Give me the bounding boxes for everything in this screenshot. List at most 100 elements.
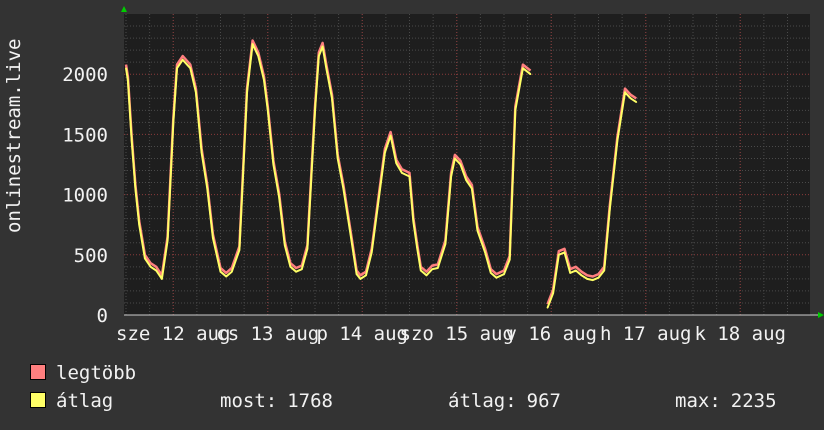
x-tick-label: v 16 aug (505, 323, 597, 345)
data-point (514, 109, 517, 112)
data-point (331, 97, 333, 100)
data-point (225, 275, 227, 278)
data-point (370, 251, 373, 254)
legend-item-avg: átlag (30, 390, 113, 412)
data-point (289, 266, 292, 268)
data-point (420, 269, 422, 272)
data-point (450, 175, 452, 178)
x-tick-label: szo 15 aug (400, 323, 514, 345)
data-point (459, 163, 462, 166)
data-point (212, 237, 214, 239)
data-point (301, 268, 303, 271)
chart-area: 0 500 1000 1500 2000 sze 12 augcs 13 augp 14 … (62, 6, 824, 345)
y-axis-title: onlinestream.live (3, 38, 25, 233)
data-point (272, 163, 275, 166)
data-point (465, 179, 468, 181)
y-axis-arrow (121, 6, 127, 12)
data-point (267, 109, 269, 112)
plot-background (124, 14, 810, 315)
data-point (206, 187, 209, 190)
x-tick-label: k 18 aug (694, 323, 786, 345)
data-point (181, 59, 184, 61)
data-point (635, 101, 638, 103)
data-point (558, 254, 560, 256)
data-point (144, 257, 146, 260)
data-point (408, 175, 411, 178)
data-point (176, 67, 178, 69)
data-point (365, 274, 367, 277)
data-point (130, 139, 133, 142)
data-point (609, 208, 611, 210)
data-point (563, 251, 566, 254)
data-point (200, 151, 203, 154)
data-point (138, 223, 140, 226)
data-point (318, 55, 320, 57)
data-point (257, 55, 260, 57)
data-point (134, 187, 137, 190)
data-point (569, 272, 571, 274)
y-tick-label: 1500 (62, 124, 108, 146)
legend-item-max: legtöbb (30, 362, 136, 384)
data-point (431, 268, 434, 271)
y-tick-label: 2000 (62, 64, 108, 86)
data-point (580, 274, 583, 277)
data-point (597, 276, 600, 279)
data-point (342, 187, 345, 190)
data-point (484, 251, 486, 254)
stat-now-value: 1768 (287, 390, 333, 412)
data-point (603, 269, 605, 272)
x-tick-label: h 17 aug (600, 323, 692, 345)
data-point (350, 235, 352, 238)
data-point (155, 269, 157, 272)
stat-max-label: max: (675, 390, 721, 412)
data-point (149, 266, 152, 268)
legend-swatch-avg (30, 392, 46, 408)
data-point (246, 91, 248, 94)
data-point (355, 273, 358, 275)
data-point (384, 151, 386, 154)
data-point (616, 139, 619, 142)
data-point (503, 273, 505, 275)
y-tick-label: 1000 (62, 185, 108, 207)
data-point (495, 276, 498, 279)
x-axis-arrow (818, 312, 824, 318)
legend-label-avg: átlag (56, 390, 114, 412)
data-point (161, 278, 163, 280)
data-point (127, 79, 129, 81)
data-point (125, 67, 127, 69)
data-point (552, 292, 554, 295)
data-point (490, 272, 492, 274)
data-point (295, 270, 297, 273)
data-point (278, 196, 280, 198)
data-point (416, 246, 418, 249)
data-point (359, 278, 362, 280)
stat-now: most: 1768 (220, 390, 333, 412)
data-point (508, 258, 511, 261)
x-tick-label: cs 13 aug (216, 323, 319, 345)
stat-now-label: most: (220, 390, 278, 412)
data-point (389, 134, 392, 137)
legend-swatch-max (30, 364, 46, 380)
x-tick-label: sze 12 aug (116, 323, 230, 345)
data-point (454, 157, 456, 160)
stat-max: max: 2235 (675, 390, 777, 412)
data-point (412, 220, 415, 222)
data-point (471, 187, 473, 190)
data-point (437, 267, 439, 269)
data-point (592, 279, 594, 281)
legend-label-max: legtöbb (56, 362, 137, 384)
data-point (629, 97, 632, 100)
data-point (189, 67, 192, 69)
data-point (172, 121, 175, 124)
data-point (575, 269, 577, 272)
data-point (378, 193, 381, 196)
data-point (306, 248, 309, 250)
data-point (325, 67, 328, 69)
stat-avg-value: 967 (526, 390, 561, 412)
data-point (336, 157, 339, 160)
y-tick-label: 0 (97, 305, 108, 327)
data-point (166, 239, 169, 242)
y-tick-label: 500 (74, 245, 108, 267)
data-point (195, 91, 197, 94)
data-point (522, 67, 524, 69)
